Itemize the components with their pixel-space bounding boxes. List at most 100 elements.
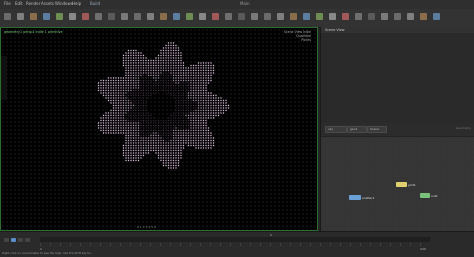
shelf-tool-icon[interactable] bbox=[56, 13, 63, 20]
flower-point bbox=[175, 82, 177, 84]
flower-point bbox=[202, 77, 205, 79]
network-tab[interactable]: obj bbox=[325, 126, 347, 133]
timeline-end[interactable]: 240 bbox=[420, 247, 426, 251]
shelf-tool-icon[interactable] bbox=[407, 13, 414, 20]
flower-point bbox=[197, 127, 200, 129]
shelf-tool-icon[interactable] bbox=[355, 13, 362, 20]
shelf-tool-icon[interactable] bbox=[251, 13, 258, 20]
shelf-tool-icon[interactable] bbox=[212, 13, 219, 20]
flower-point bbox=[122, 102, 125, 104]
forward-icon[interactable] bbox=[25, 238, 30, 242]
flower-point bbox=[107, 92, 110, 94]
flower-point bbox=[117, 79, 120, 82]
flower-point bbox=[135, 97, 137, 99]
shelf-tool-icon[interactable] bbox=[121, 13, 128, 20]
shelf-tool-icon[interactable] bbox=[225, 13, 232, 20]
shelf-tool-icon[interactable] bbox=[173, 13, 180, 20]
shelf-tool-icon[interactable] bbox=[134, 13, 141, 20]
flower-point bbox=[172, 97, 175, 99]
shelf-tool-icon[interactable] bbox=[342, 13, 349, 20]
flower-point bbox=[122, 117, 125, 119]
shelf-tool-icon[interactable] bbox=[17, 13, 24, 20]
shelf-tool-icon[interactable] bbox=[43, 13, 50, 20]
menu-render[interactable]: Render bbox=[26, 1, 40, 6]
node-scatter1[interactable] bbox=[349, 195, 361, 200]
flower-point bbox=[127, 62, 130, 64]
flower-point bbox=[195, 132, 197, 134]
flower-point bbox=[145, 149, 147, 152]
flower-point bbox=[102, 94, 105, 97]
flower-point bbox=[180, 144, 182, 147]
flower-point bbox=[182, 69, 185, 72]
flower-point bbox=[142, 94, 145, 97]
menu-windows[interactable]: Windows bbox=[55, 1, 73, 6]
flower-point bbox=[105, 79, 107, 82]
shelf-tool-icon[interactable] bbox=[30, 13, 37, 20]
desktop-label[interactable]: Build bbox=[90, 1, 100, 6]
frame-field[interactable]: 1 bbox=[270, 233, 272, 237]
shelf-tool-icon[interactable] bbox=[329, 13, 336, 20]
network-tab[interactable]: Scene bbox=[367, 126, 387, 133]
flower-point bbox=[175, 77, 177, 79]
flower-point bbox=[207, 117, 210, 119]
shelf-tool-icon[interactable] bbox=[160, 13, 167, 20]
flower-point bbox=[115, 132, 117, 134]
flower-point bbox=[177, 119, 180, 122]
flower-point bbox=[177, 127, 180, 129]
shelf-tool-icon[interactable] bbox=[238, 13, 245, 20]
shelf-tool-icon[interactable] bbox=[95, 13, 102, 20]
shelf-tool-icon[interactable] bbox=[186, 13, 193, 20]
menu-assets[interactable]: Assets bbox=[41, 1, 54, 6]
shelf-tool-icon[interactable] bbox=[4, 13, 11, 20]
shelf-tool-icon[interactable] bbox=[277, 13, 284, 20]
flower-point bbox=[192, 127, 195, 129]
menu-edit[interactable]: Edit bbox=[15, 1, 23, 6]
flower-point bbox=[157, 54, 160, 57]
shelf-tool-icon[interactable] bbox=[420, 13, 427, 20]
flower-point bbox=[202, 127, 205, 129]
shelf-tool-icon[interactable] bbox=[368, 13, 375, 20]
stop-icon[interactable] bbox=[18, 238, 23, 242]
flower-point bbox=[157, 157, 160, 159]
shelf-tool-icon[interactable] bbox=[264, 13, 271, 20]
flower-point bbox=[127, 129, 130, 132]
flower-point bbox=[192, 124, 195, 127]
shelf-tool-icon[interactable] bbox=[381, 13, 388, 20]
network-tab[interactable]: geo1 bbox=[347, 126, 367, 133]
shelf-tool-icon[interactable] bbox=[82, 13, 89, 20]
flower-point bbox=[140, 62, 142, 64]
flower-point bbox=[190, 94, 192, 97]
shelf-tool-icon[interactable] bbox=[69, 13, 76, 20]
shelf-tool-icon[interactable] bbox=[303, 13, 310, 20]
flower-point bbox=[100, 92, 102, 94]
node-grid1[interactable] bbox=[396, 182, 407, 187]
flower-point bbox=[125, 89, 127, 92]
flower-point bbox=[122, 59, 125, 62]
shelf-tool-icon[interactable] bbox=[108, 13, 115, 20]
menu-help[interactable]: Help bbox=[72, 1, 81, 6]
flower-point bbox=[122, 87, 125, 89]
node-out1[interactable] bbox=[420, 193, 430, 198]
rewind-icon[interactable] bbox=[4, 238, 9, 242]
flower-point bbox=[162, 69, 165, 72]
flower-point bbox=[190, 129, 192, 132]
flower-point bbox=[117, 122, 120, 124]
flower-point bbox=[165, 149, 167, 152]
shelf-tool-icon[interactable] bbox=[433, 13, 440, 20]
flower-point bbox=[97, 89, 100, 92]
network-area[interactable]: scatter1 grid1 out1 bbox=[321, 137, 474, 231]
shelf-tool-icon[interactable] bbox=[199, 13, 206, 20]
shelf-tool-icon[interactable] bbox=[290, 13, 297, 20]
right-menu[interactable]: Main bbox=[240, 1, 250, 6]
play-icon[interactable] bbox=[11, 238, 16, 242]
flower-point bbox=[205, 64, 207, 67]
flower-point bbox=[137, 59, 140, 62]
flower-point bbox=[172, 124, 175, 127]
flower-point bbox=[172, 154, 175, 157]
shelf-tool-icon[interactable] bbox=[147, 13, 154, 20]
menu-file[interactable]: File bbox=[4, 1, 11, 6]
shelf-tool-icon[interactable] bbox=[394, 13, 401, 20]
timeline-bar[interactable] bbox=[40, 237, 430, 242]
scene-viewport[interactable]: geometry1 persp1 Indie 1 primitive Scene… bbox=[0, 27, 318, 231]
shelf-tool-icon[interactable] bbox=[316, 13, 323, 20]
